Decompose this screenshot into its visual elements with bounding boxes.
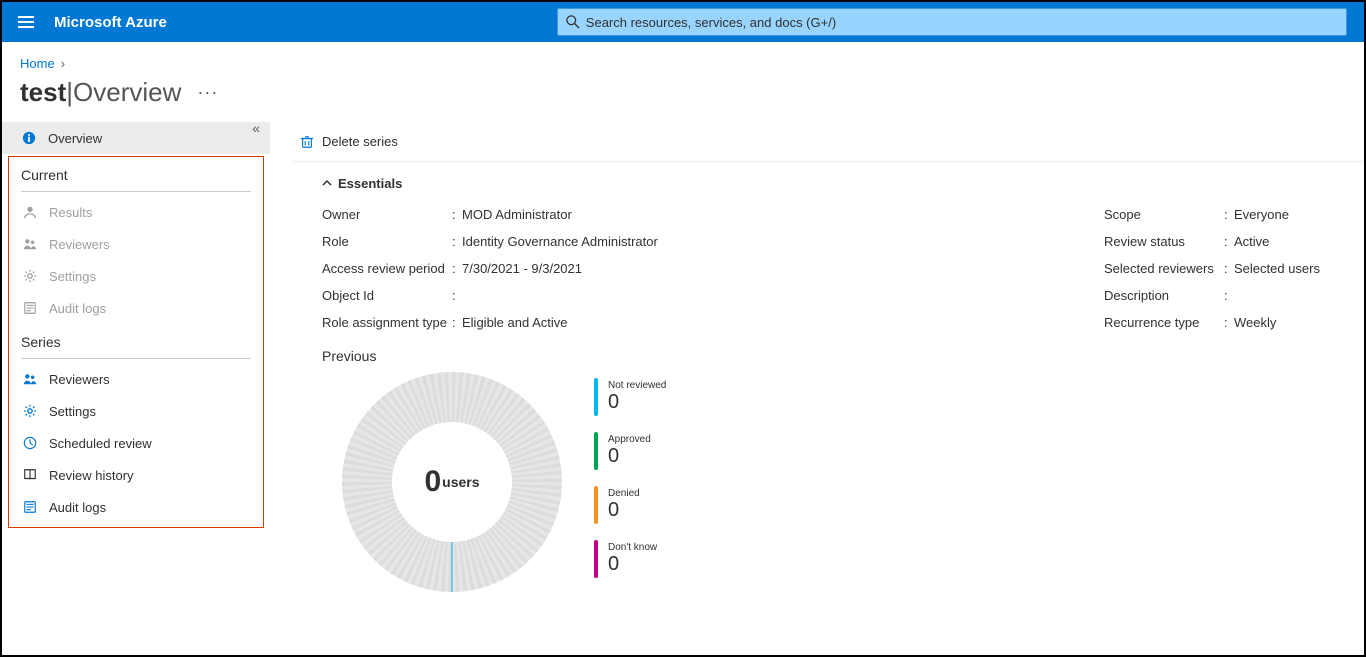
sidebar-item-scheduled-review[interactable]: Scheduled review: [9, 427, 263, 459]
sidebar-highlight-box: Current Results Reviewers Settings Audit…: [8, 156, 264, 528]
search-icon: [566, 15, 580, 29]
ess-status-label: Review status: [1104, 234, 1224, 249]
ess-owner-value: MOD Administrator: [462, 207, 572, 222]
legend-bar-icon: [594, 486, 598, 524]
sidebar-item-label: Scheduled review: [49, 436, 152, 451]
legend-denied: Denied0: [594, 480, 666, 530]
sidebar-item-series-auditlogs[interactable]: Audit logs: [9, 491, 263, 523]
more-actions-icon[interactable]: ···: [197, 82, 218, 103]
gear-icon: [21, 269, 39, 283]
person-icon: [21, 205, 39, 219]
chevron-right-icon: ›: [61, 56, 65, 71]
toolbar: Delete series: [292, 122, 1364, 162]
legend-label: Denied: [608, 488, 640, 499]
people-icon: [21, 372, 39, 386]
legend-bar-icon: [594, 378, 598, 416]
page-title-sep: |: [66, 77, 73, 108]
previous-chart: 0 users Not reviewed0 Approved0 Denie: [292, 372, 1364, 592]
donut-tick: [452, 542, 453, 592]
breadcrumb: Home ›: [2, 42, 1364, 71]
ess-role-value: Identity Governance Administrator: [462, 234, 658, 249]
essentials-grid: Owner:MOD Administrator Role:Identity Go…: [292, 201, 1364, 336]
sidebar-item-label: Settings: [49, 404, 96, 419]
info-icon: [20, 131, 38, 145]
ess-scope-label: Scope: [1104, 207, 1224, 222]
ess-desc-label: Description: [1104, 288, 1224, 303]
legend-approved: Approved0: [594, 426, 666, 476]
people-icon: [21, 237, 39, 251]
log-icon: [21, 500, 39, 514]
toolbar-btn-label: Delete series: [322, 134, 398, 149]
page-title-row: test | Overview ···: [2, 71, 1364, 122]
legend-bar-icon: [594, 540, 598, 578]
previous-section-title: Previous: [292, 336, 1364, 372]
chevron-up-icon: [322, 176, 332, 191]
sidebar-item-review-history[interactable]: Review history: [9, 459, 263, 491]
breadcrumb-home[interactable]: Home: [20, 56, 55, 71]
legend-value: 0: [608, 391, 666, 414]
sidebar-item-overview[interactable]: Overview: [2, 122, 270, 154]
sidebar-item-label: Overview: [48, 131, 102, 146]
chart-legend: Not reviewed0 Approved0 Denied0 Don't kn…: [594, 372, 666, 588]
donut-center-unit: users: [442, 474, 479, 490]
legend-label: Not reviewed: [608, 380, 666, 391]
ess-ratype-label: Role assignment type: [322, 315, 452, 330]
ess-status-value: Active: [1234, 234, 1269, 249]
sidebar-item-results[interactable]: Results: [9, 196, 263, 228]
main-pane: Delete series Essentials Owner:MOD Admin…: [270, 122, 1364, 592]
sidebar-item-current-reviewers[interactable]: Reviewers: [9, 228, 263, 260]
trash-icon: [300, 135, 314, 149]
sidebar-item-series-settings[interactable]: Settings: [9, 395, 263, 427]
gear-icon: [21, 404, 39, 418]
search-input[interactable]: [586, 15, 1338, 30]
donut-center-count: 0: [424, 465, 441, 499]
clock-icon: [21, 436, 39, 450]
legend-value: 0: [608, 553, 657, 576]
legend-value: 0: [608, 445, 651, 468]
sidebar-group-series: Series: [9, 324, 263, 356]
top-bar: Microsoft Azure: [2, 2, 1364, 42]
ess-scope-value: Everyone: [1234, 207, 1289, 222]
ess-period-label: Access review period: [322, 261, 452, 276]
hamburger-menu-icon[interactable]: [2, 14, 50, 30]
sidebar-item-label: Audit logs: [49, 500, 106, 515]
donut-chart: 0 users: [342, 372, 562, 592]
sidebar-item-current-settings[interactable]: Settings: [9, 260, 263, 292]
collapse-sidebar-icon[interactable]: «: [252, 120, 260, 136]
book-icon: [21, 468, 39, 482]
ess-ratype-value: Eligible and Active: [462, 315, 568, 330]
ess-recur-value: Weekly: [1234, 315, 1276, 330]
sidebar-item-label: Results: [49, 205, 92, 220]
sidebar-item-label: Settings: [49, 269, 96, 284]
legend-label: Don't know: [608, 542, 657, 553]
ess-reviewers-value: Selected users: [1234, 261, 1320, 276]
sidebar: « Overview Current Results Reviewers Set…: [2, 122, 270, 592]
ess-recur-label: Recurrence type: [1104, 315, 1224, 330]
log-icon: [21, 301, 39, 315]
sidebar-item-current-auditlogs[interactable]: Audit logs: [9, 292, 263, 324]
sidebar-group-current: Current: [9, 157, 263, 189]
sidebar-item-label: Review history: [49, 468, 134, 483]
ess-objectid-label: Object Id: [322, 288, 452, 303]
sidebar-item-label: Audit logs: [49, 301, 106, 316]
ess-owner-label: Owner: [322, 207, 452, 222]
sidebar-item-label: Reviewers: [49, 372, 110, 387]
sidebar-item-series-reviewers[interactable]: Reviewers: [9, 363, 263, 395]
sidebar-item-label: Reviewers: [49, 237, 110, 252]
ess-role-label: Role: [322, 234, 452, 249]
delete-series-button[interactable]: Delete series: [292, 130, 406, 153]
global-search[interactable]: [557, 8, 1347, 36]
essentials-title: Essentials: [338, 176, 402, 191]
legend-value: 0: [608, 499, 640, 522]
page-title-name: test: [20, 77, 66, 108]
ess-reviewers-label: Selected reviewers: [1104, 261, 1224, 276]
ess-period-value: 7/30/2021 - 9/3/2021: [462, 261, 582, 276]
legend-bar-icon: [594, 432, 598, 470]
page-title-section: Overview: [73, 77, 181, 108]
legend-dontknow: Don't know0: [594, 534, 666, 584]
legend-not-reviewed: Not reviewed0: [594, 372, 666, 422]
essentials-toggle[interactable]: Essentials: [292, 162, 1364, 201]
brand-label: Microsoft Azure: [50, 14, 167, 31]
legend-label: Approved: [608, 434, 651, 445]
